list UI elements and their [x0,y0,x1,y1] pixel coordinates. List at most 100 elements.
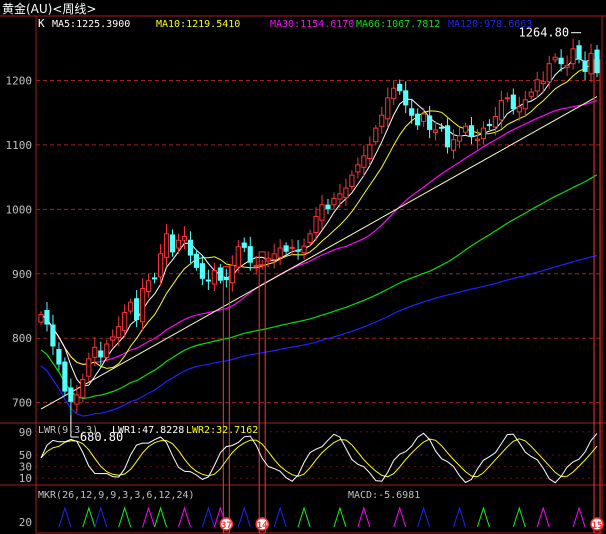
candle-body[interactable] [134,298,140,321]
candle-body[interactable] [444,125,451,148]
candle-body[interactable] [229,264,235,284]
candle-body[interactable] [146,280,152,292]
candle-body[interactable] [247,246,253,263]
candle-body[interactable] [468,125,475,138]
candle-body[interactable] [44,310,50,325]
candle-body[interactable] [546,63,552,83]
gold-weekly-chart[interactable]: 7008009001000110012001264.80680.80K MA5:1… [0,0,606,534]
candle-body[interactable] [462,125,469,133]
candle-body[interactable] [68,387,74,402]
candle-body[interactable] [74,394,80,405]
candle-body[interactable] [283,245,289,252]
candle-body[interactable] [235,246,241,268]
candle-body[interactable] [289,246,295,249]
candle-body[interactable] [480,127,487,140]
candle-body[interactable] [391,87,397,100]
candle-body[interactable] [56,349,62,365]
event-marker-label: 37 [221,521,232,531]
candle-body[interactable] [163,233,170,258]
candle-body[interactable] [277,247,283,258]
candle-body[interactable] [116,326,122,338]
candle-body[interactable] [110,336,116,341]
candle-body[interactable] [319,204,325,221]
candle-body[interactable] [331,197,337,206]
candle-body[interactable] [570,48,576,65]
candle-body[interactable] [325,204,331,210]
candle-body[interactable] [199,263,206,279]
macd-value: MACD:-5.6981 [348,490,420,501]
candle-body[interactable] [534,79,540,92]
candle-body[interactable] [157,253,164,278]
candle-body[interactable] [576,45,582,60]
candle-body[interactable] [307,233,313,244]
candle-body[interactable] [558,57,564,65]
candle-body[interactable] [528,91,534,97]
candle-body[interactable] [337,193,343,200]
candle-body[interactable] [50,324,56,347]
candle-body[interactable] [504,97,510,100]
ma-legend-item: MA120:978.6663 [448,19,532,30]
candle-body[interactable] [301,245,307,254]
candle-body[interactable] [295,249,301,252]
candle-body[interactable] [98,350,104,358]
trendline[interactable] [40,96,598,410]
candle-body[interactable] [492,116,498,128]
candle-body[interactable] [187,239,194,256]
candle-body[interactable] [217,267,223,281]
candle-body[interactable] [62,361,68,392]
candle-body[interactable] [80,378,86,398]
candle-body[interactable] [397,83,403,92]
candle-body[interactable] [343,187,349,199]
candle-body[interactable] [421,113,427,122]
candle-body[interactable] [367,144,373,159]
candle-body[interactable] [169,234,176,253]
candle-body[interactable] [588,52,594,75]
candle-body[interactable] [92,346,98,358]
candle-body[interactable] [486,123,492,127]
candle-body[interactable] [265,257,271,262]
candle-body[interactable] [594,49,600,74]
candle-body[interactable] [540,81,546,85]
candle-body[interactable] [271,253,277,261]
candle-body[interactable] [516,106,522,113]
candle-body[interactable] [211,270,217,285]
candle-body[interactable] [349,174,355,187]
candle-body[interactable] [151,277,158,280]
candle-body[interactable] [498,99,504,121]
candle-body[interactable] [474,138,481,141]
candle-body[interactable] [128,301,134,312]
candle-body[interactable] [510,94,516,110]
candle-body[interactable] [379,114,385,127]
candle-body[interactable] [223,277,229,281]
candle-body[interactable] [438,126,445,129]
candle-body[interactable] [122,311,128,331]
candle-body[interactable] [427,115,433,130]
candle-body[interactable] [564,65,570,68]
candle-body[interactable] [259,264,265,267]
candle-body[interactable] [104,343,110,358]
candle-body[interactable] [415,113,421,126]
candle-body[interactable] [409,108,415,116]
candle-body[interactable] [241,242,247,248]
candle-body[interactable] [450,139,457,151]
candle-body[interactable] [552,56,558,61]
candle-body[interactable] [313,215,319,234]
candle-body[interactable] [361,155,367,168]
candle-body[interactable] [355,164,361,173]
candle-body[interactable] [253,264,259,267]
candle-body[interactable] [582,60,588,72]
candle-body[interactable] [385,97,391,120]
candle-body[interactable] [193,253,200,268]
candle-body[interactable] [175,239,182,249]
candle-body[interactable] [205,279,211,282]
candle-body[interactable] [373,127,379,143]
candle-body[interactable] [140,288,146,323]
candle-body[interactable] [38,313,44,323]
candle-body[interactable] [181,235,188,241]
candle-body[interactable] [403,90,409,106]
candle-body[interactable] [432,129,439,133]
candle-body[interactable] [86,358,92,377]
price-tick-label: 900 [12,268,32,281]
candle-body[interactable] [456,135,463,142]
candle-body[interactable] [522,99,528,110]
